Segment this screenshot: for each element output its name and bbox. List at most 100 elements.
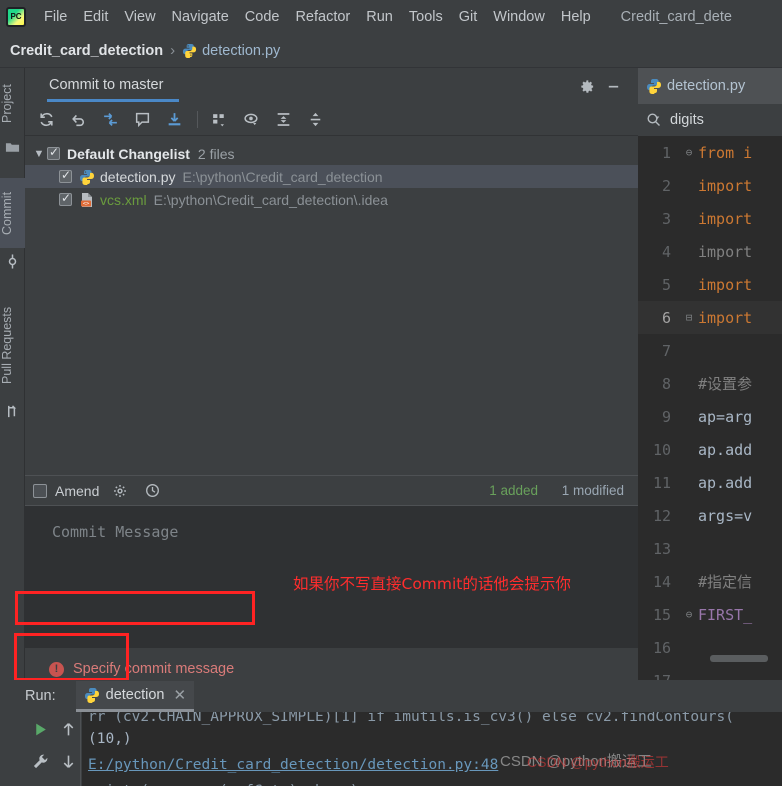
menu-item-view[interactable]: View bbox=[116, 7, 163, 27]
modified-count: 1 modified bbox=[561, 483, 624, 498]
console-line: rr (cv2.CHAIN_APPROX_SIMPLE)[1] if imuti… bbox=[88, 712, 735, 725]
file-checkbox-detection[interactable] bbox=[59, 168, 72, 183]
code-line: 2 import bbox=[638, 169, 782, 202]
refresh-icon[interactable] bbox=[33, 107, 59, 133]
file-checkbox-vcs[interactable] bbox=[59, 191, 72, 206]
fold-icon[interactable]: ⊟ bbox=[680, 311, 698, 324]
menu-item-file[interactable]: File bbox=[36, 7, 75, 27]
expand-all-icon[interactable] bbox=[270, 107, 296, 133]
code-text: import bbox=[698, 209, 753, 228]
code-line: 4 import bbox=[638, 235, 782, 268]
console-line-link[interactable]: E:/python/Credit_card_detection/detectio… bbox=[82, 752, 782, 778]
fold-icon[interactable]: ⊖ bbox=[680, 608, 698, 621]
code-line: 9 ap=arg bbox=[638, 400, 782, 433]
line-number: 5 bbox=[661, 275, 671, 294]
play-icon[interactable] bbox=[27, 716, 53, 742]
code-line-current: 6 ⊟ import bbox=[638, 301, 782, 334]
fold-icon[interactable]: ⊖ bbox=[680, 146, 698, 159]
eye-icon[interactable] bbox=[238, 107, 264, 133]
amend-checkbox[interactable] bbox=[33, 483, 47, 498]
menu-item-run[interactable]: Run bbox=[358, 7, 401, 27]
folder-icon bbox=[5, 140, 20, 155]
chevron-down-icon[interactable]: ▼ bbox=[31, 148, 47, 160]
changelist-checkbox[interactable] bbox=[47, 145, 60, 160]
tab-commit-to-master[interactable]: Commit to master bbox=[39, 71, 180, 102]
sidebar-item-pull-requests[interactable]: Pull Requests bbox=[0, 293, 25, 398]
line-number: 6 bbox=[661, 308, 671, 327]
line-number: 9 bbox=[661, 407, 671, 426]
clock-icon[interactable] bbox=[141, 481, 163, 501]
file-name: vcs.xml bbox=[100, 191, 147, 208]
file-path: E:\python\Credit_card_detection\.idea bbox=[153, 191, 388, 208]
code-text: import bbox=[698, 275, 753, 294]
code-text: import bbox=[698, 242, 753, 261]
line-number: 12 bbox=[652, 506, 671, 525]
comment-icon[interactable] bbox=[129, 107, 155, 133]
python-file-icon bbox=[646, 78, 662, 94]
line-number: 3 bbox=[661, 209, 671, 228]
menu-item-code[interactable]: Code bbox=[237, 7, 288, 27]
breadcrumb-separator-icon: › bbox=[170, 42, 176, 59]
editor-horizontal-scrollbar[interactable] bbox=[710, 655, 768, 662]
line-number: 1 bbox=[661, 143, 671, 162]
pull-request-icon bbox=[5, 404, 20, 419]
sidebar-item-commit[interactable]: Commit bbox=[0, 178, 25, 248]
line-number: 16 bbox=[652, 638, 671, 657]
diff-arrows-icon[interactable] bbox=[97, 107, 123, 133]
commit-message-input[interactable]: Commit Message 如果你不写直接Commit的话他会提示你 bbox=[25, 505, 638, 648]
console-file-link[interactable]: E:/python/Credit_card_detection/detectio… bbox=[88, 757, 498, 773]
menu-item-git[interactable]: Git bbox=[451, 7, 486, 27]
sidebar-item-project[interactable]: Project bbox=[0, 73, 25, 135]
console-line: print (np.array(refCnts).shape) bbox=[82, 778, 782, 786]
gear-icon[interactable] bbox=[578, 77, 596, 95]
left-tool-strip: Project Commit Pull Requests bbox=[0, 68, 25, 680]
arrow-down-icon[interactable] bbox=[55, 748, 81, 774]
line-number: 4 bbox=[661, 242, 671, 261]
gear-icon[interactable] bbox=[109, 481, 131, 501]
breadcrumb-project[interactable]: Credit_card_detection bbox=[10, 43, 163, 59]
editor-breadcrumb-label[interactable]: digits bbox=[670, 112, 704, 128]
code-line: 8 #设置参 bbox=[638, 367, 782, 400]
commit-icon bbox=[5, 254, 20, 269]
code-editor-area[interactable]: 1 ⊖ from i 2 import 3 import 4 import 5 import… bbox=[638, 136, 782, 680]
search-icon[interactable] bbox=[646, 112, 662, 128]
svg-text:<>: <> bbox=[83, 201, 90, 207]
menu-item-window[interactable]: Window bbox=[485, 7, 553, 27]
line-number: 14 bbox=[652, 572, 671, 591]
code-line: 1 ⊖ from i bbox=[638, 136, 782, 169]
download-icon[interactable] bbox=[161, 107, 187, 133]
commit-message-placeholder: Commit Message bbox=[52, 523, 179, 541]
code-line: 15 ⊖ FIRST_ bbox=[638, 598, 782, 631]
commit-tool-window: Commit to master ▼ ✓ Default Changelist … bbox=[25, 68, 638, 738]
window-project-title: Credit_card_dete bbox=[620, 9, 732, 25]
arrow-up-icon[interactable] bbox=[55, 716, 81, 742]
run-tool-window: Run: detection ✕ rr (cv2.CHAIN_APPROX_SI… bbox=[0, 680, 782, 786]
added-count: 1 added bbox=[489, 483, 538, 498]
tab-detection-py[interactable]: detection.py bbox=[667, 78, 745, 94]
table-row[interactable]: <> vcs.xml E:\python\Credit_card_detecti… bbox=[25, 188, 638, 211]
run-label: Run: bbox=[25, 688, 56, 704]
changelist-row[interactable]: ▼ Default Changelist 2 files bbox=[25, 142, 638, 165]
menu-item-navigate[interactable]: Navigate bbox=[164, 7, 237, 27]
code-line: 3 import bbox=[638, 202, 782, 235]
tab-run-detection[interactable]: detection ✕ bbox=[75, 680, 195, 712]
menu-item-help[interactable]: Help bbox=[553, 7, 599, 27]
amend-label: Amend bbox=[55, 482, 100, 499]
run-side-actions bbox=[25, 712, 81, 786]
table-row[interactable]: detection.py E:\python\Credit_card_detec… bbox=[25, 165, 638, 188]
undo-icon[interactable] bbox=[65, 107, 91, 133]
commit-toolbar bbox=[25, 104, 638, 136]
group-by-icon[interactable] bbox=[206, 107, 232, 133]
menu-item-edit[interactable]: Edit bbox=[75, 7, 116, 27]
code-line: 17 bbox=[638, 664, 782, 681]
amend-row: Amend 1 added 1 modified bbox=[25, 475, 638, 505]
wrench-icon[interactable] bbox=[27, 748, 53, 774]
collapse-all-icon[interactable] bbox=[302, 107, 328, 133]
menu-item-refactor[interactable]: Refactor bbox=[287, 7, 358, 27]
minimize-icon[interactable] bbox=[604, 77, 622, 95]
menu-item-tools[interactable]: Tools bbox=[401, 7, 451, 27]
line-number: 2 bbox=[661, 176, 671, 195]
breadcrumb-file[interactable]: detection.py bbox=[202, 43, 280, 59]
close-icon[interactable]: ✕ bbox=[174, 686, 187, 704]
run-console-output[interactable]: rr (cv2.CHAIN_APPROX_SIMPLE)[1] if imuti… bbox=[82, 712, 782, 786]
